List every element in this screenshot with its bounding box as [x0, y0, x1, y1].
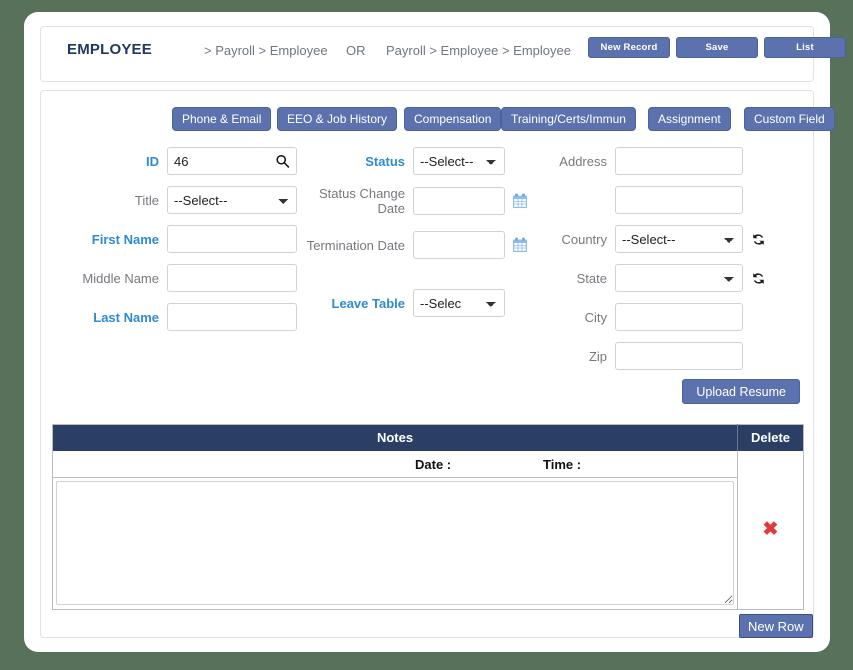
city-input[interactable]: [615, 303, 743, 331]
status-change-date-label: Status Change Date: [318, 186, 405, 216]
breadcrumb-primary: > Payroll > Employee: [204, 43, 328, 58]
tab-assignment[interactable]: Assignment: [648, 107, 731, 131]
time-label: Time :: [543, 456, 582, 472]
delete-row-icon[interactable]: ✖: [763, 519, 779, 540]
calendar-icon[interactable]: [512, 237, 528, 253]
note-textarea[interactable]: [56, 480, 734, 605]
first-name-input[interactable]: [167, 225, 297, 253]
leave-table-label: Leave Table: [331, 295, 405, 311]
field-termination-date: Termination Date: [295, 231, 528, 259]
notes-table: Notes Delete Date : Time : ✖: [52, 424, 804, 610]
application-window: EMPLOYEE > Payroll > Employee OR Payroll…: [24, 12, 846, 652]
upload-resume-button[interactable]: Upload Resume: [682, 379, 800, 404]
date-label: Date :: [415, 456, 452, 472]
title-label: Title: [134, 192, 159, 208]
field-state: State: [541, 264, 766, 292]
save-button[interactable]: Save: [676, 37, 758, 58]
header-panel: EMPLOYEE > Payroll > Employee OR Payroll…: [40, 26, 846, 82]
tab-bar: Phone & Email EEO & Job History Compensa…: [41, 107, 835, 131]
delete-column-header: Delete: [750, 430, 791, 446]
page-title: EMPLOYEE: [67, 41, 152, 58]
status-select[interactable]: --Select--: [413, 147, 505, 175]
refresh-icon[interactable]: [751, 271, 766, 286]
id-label: ID: [146, 153, 159, 169]
body-panel: Phone & Email EEO & Job History Compensa…: [40, 90, 835, 638]
tab-training-certs[interactable]: Training/Certs/Immun: [501, 107, 636, 131]
field-leave-table: Leave Table --Selec: [295, 289, 505, 317]
table-row: Date : Time : ✖: [52, 450, 804, 610]
list-button[interactable]: List: [764, 37, 846, 58]
field-zip: Zip: [541, 342, 743, 370]
state-label: State: [576, 270, 607, 286]
field-id: ID: [69, 147, 297, 175]
id-input[interactable]: [167, 147, 297, 175]
zip-label: Zip: [588, 348, 607, 364]
zip-input[interactable]: [615, 342, 743, 370]
field-first-name: First Name: [69, 225, 297, 253]
state-select[interactable]: [615, 264, 743, 292]
field-city: City: [541, 303, 743, 331]
status-label: Status: [365, 153, 405, 169]
last-name-input[interactable]: [167, 303, 297, 331]
city-label: City: [584, 309, 607, 325]
field-status-change-date: Status Change Date: [295, 186, 528, 216]
country-label: Country: [561, 231, 607, 247]
notes-cell: Date : Time :: [52, 450, 738, 609]
status-change-date-input[interactable]: [413, 187, 505, 215]
field-status: Status --Select--: [295, 147, 505, 175]
address-label: Address: [559, 153, 607, 169]
breadcrumb-secondary: Payroll > Employee > Employee: [386, 43, 571, 58]
country-select[interactable]: --Select--: [615, 225, 743, 253]
tab-custom-field[interactable]: Custom Field: [744, 107, 835, 131]
address2-input[interactable]: [615, 186, 743, 214]
termination-date-input[interactable]: [413, 231, 505, 259]
first-name-label: First Name: [91, 231, 159, 247]
field-address2: [541, 186, 743, 214]
new-record-button[interactable]: New Record: [588, 37, 670, 58]
delete-cell: ✖: [738, 451, 804, 610]
breadcrumb-separator: OR: [346, 43, 366, 58]
field-address: Address: [541, 147, 743, 175]
note-datetime-row: Date : Time :: [53, 451, 737, 478]
tab-phone-email[interactable]: Phone & Email: [172, 107, 272, 131]
leave-table-select[interactable]: --Selec: [413, 289, 505, 317]
field-middle-name: Middle Name: [69, 264, 297, 292]
notes-table-header-row: Notes Delete: [52, 424, 804, 451]
termination-date-label: Termination Date: [306, 237, 405, 253]
middle-name-label: Middle Name: [82, 270, 159, 286]
last-name-label: Last Name: [93, 309, 159, 325]
calendar-icon[interactable]: [512, 193, 528, 209]
tab-eeo-job-history[interactable]: EEO & Job History: [277, 107, 398, 131]
tab-compensation[interactable]: Compensation: [404, 107, 502, 131]
new-row-button[interactable]: New Row: [739, 614, 813, 638]
address-input[interactable]: [615, 147, 743, 175]
field-last-name: Last Name: [69, 303, 297, 331]
notes-column-header: Notes: [52, 424, 738, 451]
middle-name-input[interactable]: [167, 264, 297, 292]
field-title: Title --Select--: [69, 186, 297, 214]
title-select[interactable]: --Select--: [167, 186, 297, 214]
refresh-icon[interactable]: [751, 232, 766, 247]
field-country: Country --Select--: [541, 225, 766, 253]
